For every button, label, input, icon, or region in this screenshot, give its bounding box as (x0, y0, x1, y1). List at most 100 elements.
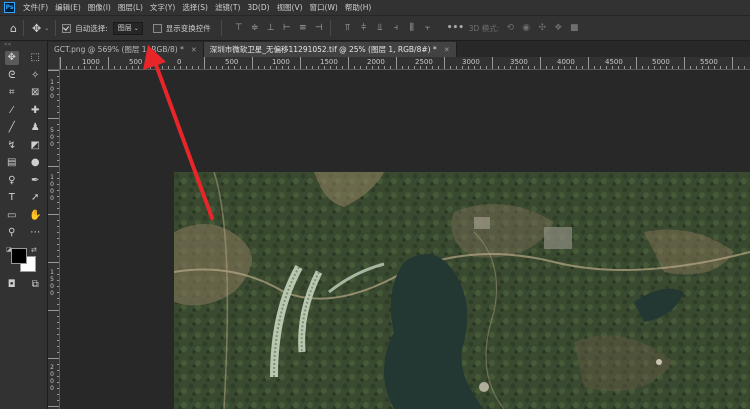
frame-tool-icon[interactable]: ⊠ (28, 86, 42, 100)
screen-mode-icon[interactable]: ⧉ (28, 277, 42, 291)
tab-label: 深圳市微软卫星_无偏移11291052.tif @ 25% (图层 1, RGB… (209, 45, 437, 54)
hand-tool-icon[interactable]: ✋ (28, 208, 42, 222)
move-tool-icon[interactable]: ✥ (4, 50, 19, 65)
ruler-label: 4500 (605, 58, 623, 66)
ruler-label: 5500 (700, 58, 718, 66)
show-transform-checkbox[interactable] (152, 23, 162, 33)
tools-panel: «« ✥ ⬚ ᘓ ✧ ⌗ ⊠ ⁄ ✚ ╱ ♟ ↯ ◩ ▤ ● ♀ ✒ T ➚ ▭ ✋ ⚲ ⋯ ◪ ⇄ … (0, 41, 48, 409)
align-hcenter-icon[interactable]: ≡ (298, 23, 308, 33)
distribute-vcenter-icon[interactable]: ⫩ (359, 23, 369, 33)
divider (22, 20, 24, 36)
show-transform-label: 显示变换控件 (165, 23, 211, 33)
divider (329, 20, 331, 36)
divider (220, 20, 222, 36)
vertical-ruler[interactable]: 1 0 0 5 0 0 1 0 0 0 1 5 0 0 2 0 0 0 (48, 70, 60, 409)
align-left-icon[interactable]: ⊢ (282, 23, 292, 33)
layer-select-dropdown[interactable]: 图层 ⌄ (112, 21, 143, 35)
ruler-label: 3000 (462, 58, 480, 66)
ruler-label: 0 (50, 290, 54, 297)
history-brush-tool-icon[interactable]: ↯ (5, 138, 19, 152)
ruler-label: 0 (177, 58, 182, 66)
panel-collapse-icon[interactable]: «« (0, 41, 47, 49)
close-icon[interactable]: ✕ (444, 46, 450, 54)
satellite-image[interactable] (173, 171, 750, 409)
distribute-hcenter-icon[interactable]: ⫼ (407, 23, 417, 33)
align-top-icon[interactable]: ⊤ (234, 23, 244, 33)
ruler-label: 500 (129, 58, 143, 66)
more-tools-icon[interactable]: ⋯ (28, 226, 42, 240)
align-bottom-icon[interactable]: ⊥ (266, 23, 276, 33)
horizontal-ruler[interactable]: 1000 500 0 500 1000 1500 2000 2500 3000 … (60, 57, 750, 70)
align-right-icon[interactable]: ⊣ (314, 23, 324, 33)
options-bar: ⌂ ✥ ⌄ 自动选择: 图层 ⌄ 显示变换控件 ⊤ ≑ ⊥ ⊢ ≡ ⊣ ⫪ ⫩ … (0, 15, 750, 41)
menu-window[interactable]: 窗口(W) (310, 2, 338, 13)
close-icon[interactable]: ✕ (191, 46, 197, 54)
stamp-tool-icon[interactable]: ♟ (28, 121, 42, 135)
zoom-tool-icon[interactable]: ⚲ (5, 226, 19, 240)
ruler-ticks (60, 57, 745, 69)
satellite-terrain (173, 171, 750, 409)
ruler-label: 5000 (652, 58, 670, 66)
eraser-tool-icon[interactable]: ◩ (28, 138, 42, 152)
ruler-label: 4000 (557, 58, 575, 66)
ruler-label: 1500 (320, 58, 338, 66)
menu-type[interactable]: 文字(Y) (150, 2, 175, 13)
menu-select[interactable]: 选择(S) (182, 2, 208, 13)
ruler-ticks (48, 70, 59, 407)
ruler-label: 1000 (272, 58, 290, 66)
ruler-origin[interactable] (48, 57, 60, 70)
gradient-tool-icon[interactable]: ▤ (5, 156, 19, 170)
ruler-label: 2500 (415, 58, 433, 66)
menu-view[interactable]: 视图(V) (277, 2, 303, 13)
distribute-right-icon[interactable]: ⫟ (423, 23, 433, 33)
magic-wand-tool-icon[interactable]: ✧ (28, 68, 42, 82)
menu-bar: Ps 文件(F) 编辑(E) 图像(I) 图层(L) 文字(Y) 选择(S) 滤… (0, 0, 750, 15)
swap-colors-icon[interactable]: ⇄ (31, 246, 37, 254)
menu-layer[interactable]: 图层(L) (118, 2, 143, 13)
3d-slide-icon: ❖ (554, 23, 563, 33)
chevron-down-icon[interactable]: ⌄ (44, 25, 49, 32)
auto-select-label: 自动选择: (75, 23, 108, 33)
eyedropper-tool-icon[interactable]: ⁄ (5, 103, 19, 117)
ruler-label: 500 (225, 58, 239, 66)
crop-tool-icon[interactable]: ⌗ (5, 86, 19, 100)
3d-scale-icon: ■ (569, 23, 579, 33)
photoshop-logo-icon[interactable]: Ps (4, 2, 15, 13)
tab-gct-png[interactable]: GCT.png @ 569% (图层 1, RGB/8) * ✕ (48, 42, 204, 57)
menu-3d[interactable]: 3D(D) (247, 3, 269, 12)
menu-edit[interactable]: 编辑(E) (55, 2, 81, 13)
menu-file[interactable]: 文件(F) (23, 2, 48, 13)
ruler-label: 0 (50, 195, 54, 202)
type-tool-icon[interactable]: T (5, 191, 19, 205)
dodge-tool-icon[interactable]: ♀ (5, 173, 19, 187)
document-canvas[interactable] (60, 70, 750, 409)
quick-mask-icon[interactable]: ◘ (5, 277, 19, 291)
home-icon[interactable]: ⌂ (10, 22, 17, 35)
path-selection-tool-icon[interactable]: ➚ (28, 191, 42, 205)
tab-satellite-tif[interactable]: 深圳市微软卫星_无偏移11291052.tif @ 25% (图层 1, RGB… (203, 42, 457, 57)
3d-rotate-icon: ⟲ (506, 23, 514, 33)
menu-image[interactable]: 图像(I) (88, 2, 111, 13)
auto-select-checkbox[interactable] (62, 23, 72, 33)
distribute-bottom-icon[interactable]: ⫫ (375, 23, 385, 33)
blur-tool-icon[interactable]: ● (28, 156, 42, 170)
distribute-top-icon[interactable]: ⫪ (343, 23, 353, 33)
menu-help[interactable]: 帮助(H) (345, 2, 372, 13)
healing-brush-tool-icon[interactable]: ✚ (28, 103, 42, 117)
align-vcenter-icon[interactable]: ≑ (250, 23, 260, 33)
layer-select-value: 图层 (117, 24, 132, 32)
3d-mode-label: 3D 模式: (468, 23, 500, 33)
brush-tool-icon[interactable]: ╱ (5, 121, 19, 135)
3d-pan-icon: ✣ (538, 23, 546, 33)
menu-filter[interactable]: 滤镜(T) (215, 2, 240, 13)
move-icon[interactable]: ✥ (32, 22, 41, 35)
lasso-tool-icon[interactable]: ᘓ (5, 68, 19, 82)
marquee-tool-icon[interactable]: ⬚ (28, 51, 42, 65)
ruler-label: 0 (50, 141, 54, 148)
foreground-color-swatch[interactable] (11, 247, 27, 264)
more-icon[interactable]: ••• (447, 23, 464, 33)
pen-tool-icon[interactable]: ✒ (28, 173, 42, 187)
distribute-left-icon[interactable]: ⫞ (391, 23, 401, 33)
tab-label: GCT.png @ 569% (图层 1, RGB/8) * (54, 45, 184, 54)
rectangle-tool-icon[interactable]: ▭ (5, 208, 19, 222)
